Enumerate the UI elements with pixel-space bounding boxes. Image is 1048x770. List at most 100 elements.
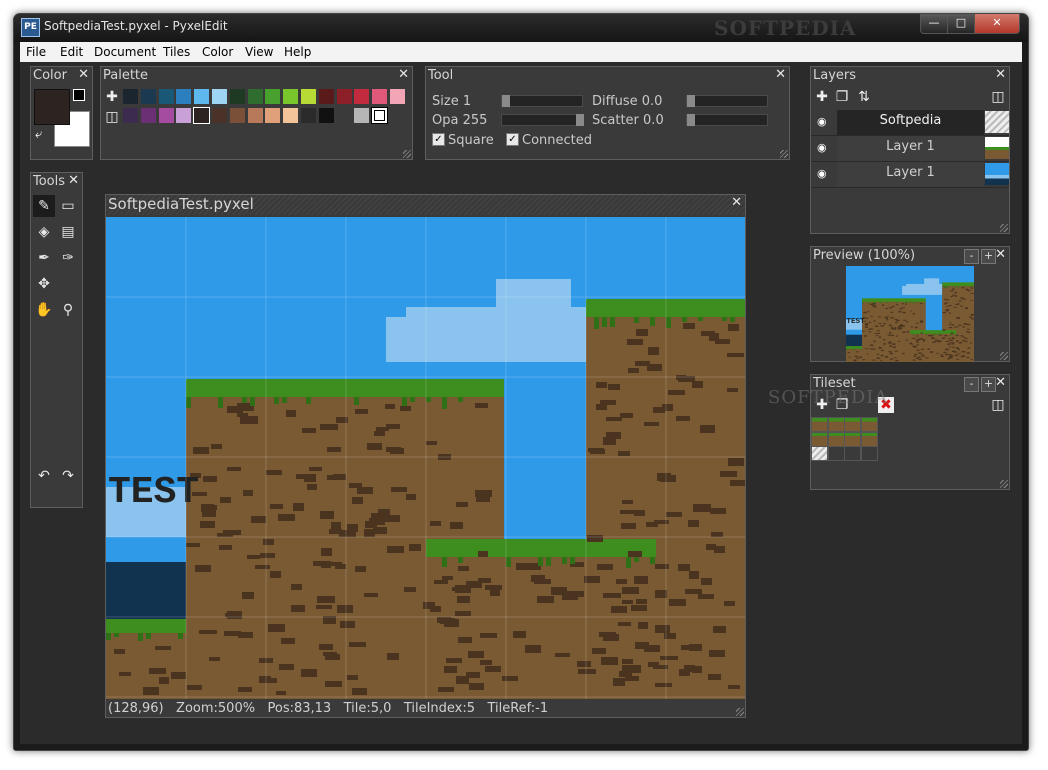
tileset-tile[interactable] (827, 417, 845, 432)
duplicate-layer-icon[interactable]: ❐ (834, 89, 850, 105)
palette-swatch[interactable] (265, 89, 281, 104)
menu-file[interactable]: File (26, 45, 46, 59)
eye-icon[interactable]: ◉ (817, 141, 827, 154)
palette-swatch[interactable] (140, 89, 156, 104)
palette-swatch[interactable] (123, 89, 138, 104)
close-button[interactable]: ✕ (974, 14, 1020, 34)
close-icon[interactable]: ✕ (995, 247, 1006, 262)
layer-row[interactable]: ◉ Layer 1 (811, 136, 1009, 162)
palette-swatch[interactable] (176, 108, 192, 123)
pixel-canvas[interactable]: TEST (106, 217, 745, 699)
close-icon[interactable]: ✕ (398, 67, 409, 82)
size-slider-knob[interactable] (502, 95, 510, 107)
zoom-out-button[interactable]: - (964, 249, 979, 264)
tileset-tile[interactable] (844, 431, 861, 447)
palette-swatch[interactable] (318, 108, 334, 123)
trash-icon[interactable]: ◫ (990, 397, 1006, 413)
size-slider[interactable] (501, 95, 583, 107)
palette-swatch[interactable] (194, 89, 210, 104)
menu-view[interactable]: View (245, 45, 273, 59)
add-layer-icon[interactable]: ✚ (814, 89, 830, 105)
close-icon[interactable]: ✕ (78, 67, 89, 82)
palette-swatch[interactable] (193, 107, 211, 124)
scatter-slider-knob[interactable] (687, 114, 695, 126)
menu-tiles[interactable]: Tiles (163, 45, 190, 59)
palette-swatch[interactable] (390, 89, 405, 104)
palette-swatch[interactable] (176, 89, 192, 104)
palette-swatch[interactable] (354, 89, 370, 104)
palette-swatch[interactable] (371, 107, 389, 124)
brush-icon[interactable]: ✑ (57, 247, 79, 269)
palette-swatch[interactable] (301, 108, 316, 123)
palette-swatch[interactable] (301, 89, 316, 104)
menu-edit[interactable]: Edit (60, 45, 83, 59)
palette-swatch[interactable] (123, 108, 138, 123)
tileset-tile[interactable] (827, 431, 845, 447)
close-icon[interactable]: ✕ (68, 173, 79, 188)
palette-swatch[interactable] (158, 108, 174, 123)
palette-swatch[interactable] (247, 108, 263, 123)
menu-color[interactable]: Color (202, 45, 233, 59)
swap-colors-icon[interactable]: ⤶ (35, 127, 42, 142)
opacity-slider-knob[interactable] (576, 114, 584, 126)
palette-swatch[interactable] (212, 89, 227, 104)
close-icon[interactable]: ✕ (731, 195, 742, 210)
scatter-slider[interactable] (686, 114, 768, 126)
eraser-icon[interactable]: ▭ (57, 195, 79, 217)
eye-icon[interactable]: ◉ (817, 115, 827, 128)
resize-grip[interactable] (736, 708, 744, 716)
menu-help[interactable]: Help (284, 45, 311, 59)
palette-swatch[interactable] (158, 89, 174, 104)
palette-swatch[interactable] (336, 108, 352, 123)
resize-grip[interactable] (403, 150, 411, 158)
close-icon[interactable]: ✕ (775, 67, 786, 82)
tileset-grid[interactable] (811, 417, 878, 461)
tileset-tile[interactable] (827, 446, 845, 461)
primary-color-swatch[interactable] (34, 89, 70, 125)
tileset-tile[interactable] (860, 431, 878, 447)
palette-swatch[interactable] (247, 89, 263, 104)
tileset-tile[interactable] (860, 446, 878, 461)
palette-swatch[interactable] (283, 108, 299, 123)
move-icon[interactable]: ✥ (33, 273, 55, 295)
palette-swatch[interactable] (372, 89, 388, 104)
layer-row[interactable]: ◉ Softpedia (811, 110, 1009, 136)
eye-icon[interactable]: ◉ (817, 167, 827, 180)
title-bar[interactable]: PE SoftpediaTest.pyxel - PyxelEdit SOFTP… (14, 14, 1028, 42)
opacity-slider[interactable] (501, 114, 584, 126)
undo-icon[interactable]: ↶ (33, 465, 55, 487)
palette-swatch[interactable] (229, 108, 245, 123)
diffuse-slider-knob[interactable] (687, 95, 695, 107)
tileset-tile[interactable] (811, 417, 828, 432)
palette-swatch[interactable] (283, 89, 299, 104)
resize-grip[interactable] (780, 150, 788, 158)
palette-swatch[interactable] (318, 89, 334, 104)
close-icon[interactable]: ✕ (995, 375, 1006, 390)
redo-icon[interactable]: ↷ (57, 465, 79, 487)
layer-row[interactable]: ◉ Layer 1 (811, 162, 1009, 188)
tileset-tile[interactable] (860, 417, 878, 432)
trash-icon[interactable]: ◫ (990, 89, 1006, 105)
tileset-zoom-in-button[interactable]: + (981, 377, 996, 392)
palette-swatch[interactable] (354, 108, 370, 123)
menu-document[interactable]: Document (94, 45, 156, 59)
palette-swatch[interactable] (212, 108, 227, 123)
swap-default-icon[interactable] (73, 89, 85, 101)
resize-grip[interactable] (1000, 480, 1008, 488)
rectangle-select-icon[interactable]: ▤ (57, 221, 79, 243)
palette-swatch[interactable] (229, 89, 245, 104)
hand-icon[interactable]: ✋ (33, 299, 55, 321)
add-color-icon[interactable]: ✚ (104, 89, 120, 105)
minimize-button[interactable]: — (920, 14, 948, 34)
tileset-tile[interactable] (844, 417, 861, 432)
square-checkbox[interactable]: ✓ (432, 133, 445, 146)
zoom-in-button[interactable]: + (981, 249, 996, 264)
pencil-icon[interactable]: ✎ (33, 195, 55, 217)
palette-swatch[interactable] (140, 108, 156, 123)
connected-checkbox[interactable]: ✓ (506, 133, 519, 146)
fill-bucket-icon[interactable]: ◈ (33, 221, 55, 243)
close-icon[interactable]: ✕ (995, 67, 1006, 82)
resize-grip[interactable] (1000, 224, 1008, 232)
tileset-tile[interactable] (811, 431, 828, 447)
zoom-icon[interactable]: ⚲ (57, 299, 79, 321)
